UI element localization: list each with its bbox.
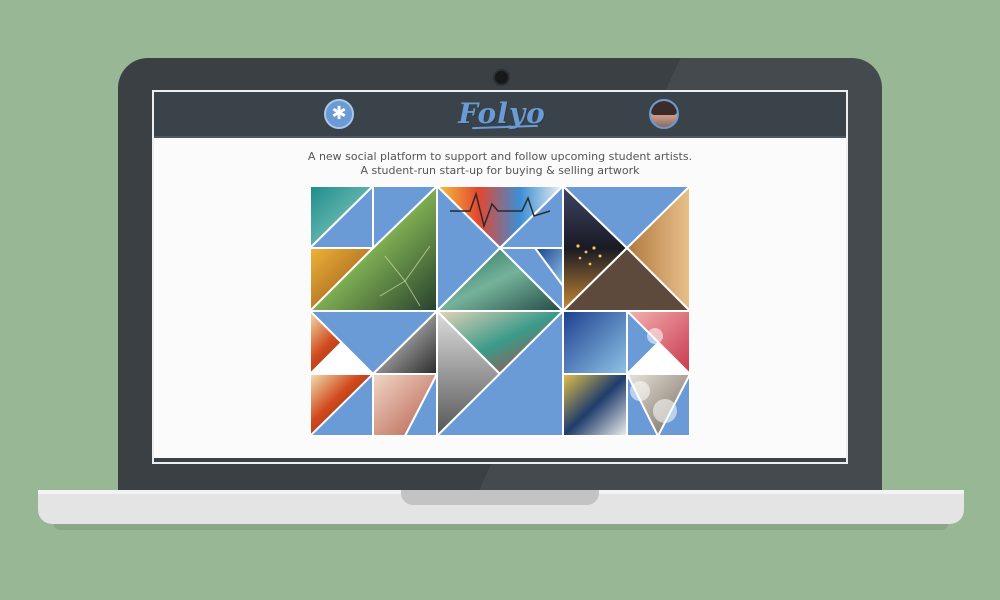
- avatar-hair: [651, 101, 677, 115]
- star-icon[interactable]: ✱: [324, 99, 354, 129]
- artwork-tile[interactable]: [562, 310, 628, 375]
- laptop-screen: ✱ Folyo A new social platform to support…: [152, 90, 848, 464]
- screen-bottom-strip: [154, 458, 846, 462]
- laptop-opening-notch: [401, 490, 599, 505]
- navbar: ✱ Folyo: [154, 92, 846, 138]
- laptop-shadow: [54, 524, 948, 530]
- tagline-line-1: A new social platform to support and fol…: [307, 150, 693, 163]
- artwork-mosaic[interactable]: [310, 186, 690, 436]
- user-avatar[interactable]: [649, 99, 679, 129]
- webcam-icon: [493, 69, 510, 86]
- tagline-line-2: A student-run start-up for buying & sell…: [360, 164, 640, 177]
- artwork-tile[interactable]: [562, 373, 628, 436]
- tagline: A new social platform to support and fol…: [154, 150, 846, 178]
